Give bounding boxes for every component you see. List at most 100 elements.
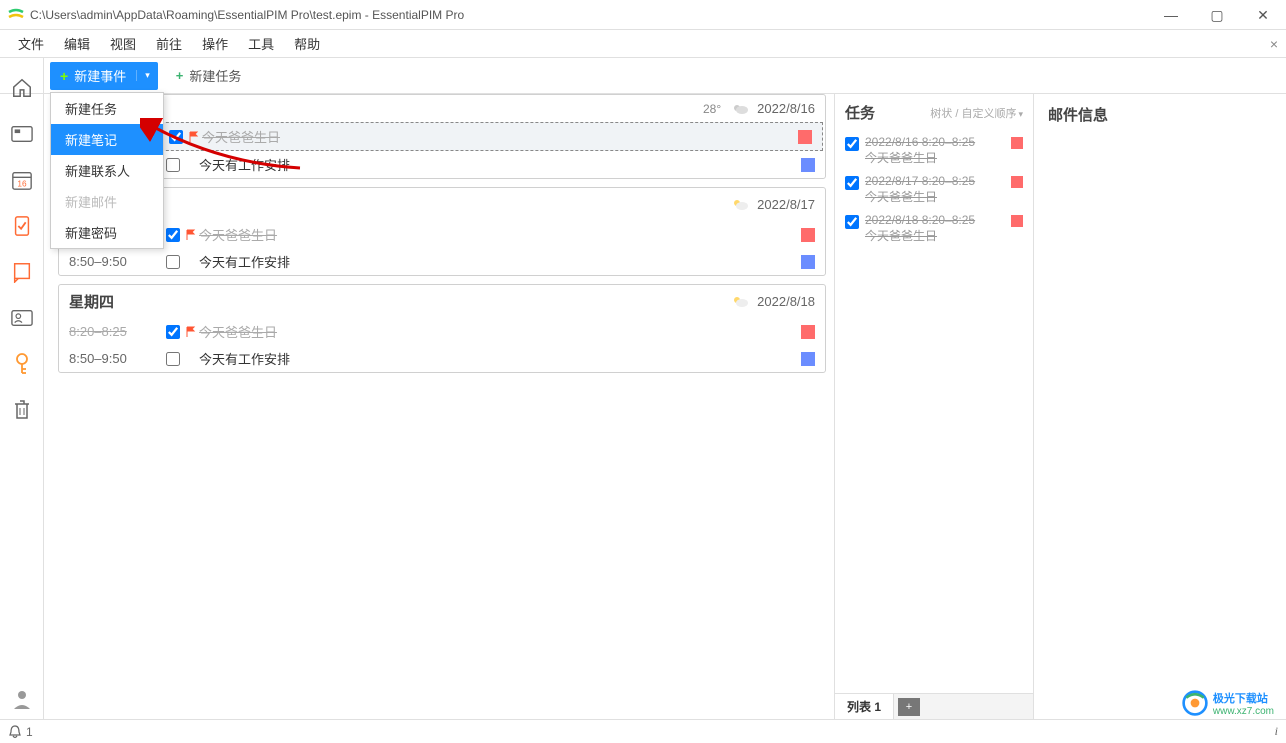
event-checkbox[interactable]: [166, 130, 186, 144]
event-checkbox[interactable]: [163, 325, 183, 339]
bell-icon[interactable]: 1: [8, 725, 33, 739]
new-event-dropdown-arrow[interactable]: ▾: [136, 70, 158, 81]
sidebar-tasks-icon[interactable]: [10, 214, 34, 238]
day-date: 2022/8/18: [757, 294, 815, 309]
task-checkbox[interactable]: [845, 176, 859, 190]
day-name: 星期四: [69, 291, 114, 312]
app-icon: [8, 7, 24, 23]
status-info-icon[interactable]: i: [1275, 724, 1278, 739]
day-header: 星期四 2022/8/18: [59, 285, 825, 318]
task-item[interactable]: 2022/8/18 8:20–8:25 今天爸爸生日: [835, 209, 1033, 248]
event-row[interactable]: 8:50–9:50 今天有工作安排: [59, 248, 825, 275]
event-checkbox[interactable]: [163, 255, 183, 269]
svg-text:16: 16: [17, 179, 27, 188]
new-event-label: 新建事件: [74, 66, 126, 85]
event-color-tag: [801, 158, 815, 172]
weather-icon: [731, 198, 749, 212]
minimize-button[interactable]: —: [1148, 0, 1194, 30]
dropdown-new-contact[interactable]: 新建联系人: [51, 155, 163, 186]
event-row[interactable]: 8:20–8:25 今天爸爸生日: [59, 318, 825, 345]
menu-tools[interactable]: 工具: [238, 30, 284, 57]
plus-icon: +: [176, 68, 184, 83]
event-title: 今天有工作安排: [199, 155, 795, 174]
tasks-sort-label[interactable]: 树状 / 自定义顺序▾: [930, 105, 1023, 121]
sidebar-password-icon[interactable]: [10, 352, 34, 376]
day-header: 28° 2022/8/16: [59, 95, 825, 122]
sidebar-contacts-icon[interactable]: [10, 306, 34, 330]
menu-edit[interactable]: 编辑: [54, 30, 100, 57]
task-color-tag: [1011, 215, 1023, 227]
close-button[interactable]: ✕: [1240, 0, 1286, 30]
event-color-tag: [801, 325, 815, 339]
menu-goto[interactable]: 前往: [146, 30, 192, 57]
event-row[interactable]: 今天有工作安排: [59, 151, 825, 178]
menu-help[interactable]: 帮助: [284, 30, 330, 57]
flag-icon: [186, 131, 202, 143]
tasks-tab-1[interactable]: 列表 1: [835, 694, 894, 719]
dropdown-new-note[interactable]: 新建笔记: [51, 124, 163, 155]
toolbar: + 新建事件 ▾ + 新建任务: [0, 58, 1286, 94]
day-date: 2022/8/17: [757, 197, 815, 212]
event-time: 8:50–9:50: [69, 254, 163, 269]
menubar-close-icon[interactable]: ×: [1270, 36, 1278, 52]
dropdown-new-task[interactable]: 新建任务: [51, 93, 163, 124]
task-checkbox[interactable]: [845, 137, 859, 151]
menubar: 文件 编辑 视图 前往 操作 工具 帮助 ×: [0, 30, 1286, 58]
sidebar-trash-icon[interactable]: [10, 398, 34, 422]
event-color-tag: [798, 130, 812, 144]
main-area: 28° 2022/8/16 今天爸爸生日 今天有工作安排 星期三 2022/8/…: [44, 94, 1286, 719]
event-row[interactable]: 8:50–9:50 今天有工作安排: [59, 345, 825, 372]
sidebar: 16: [0, 58, 44, 719]
day-group: 28° 2022/8/16 今天爸爸生日 今天有工作安排: [58, 94, 826, 179]
event-row[interactable]: 8:20–8:25 今天爸爸生日: [59, 221, 825, 248]
sidebar-notes-icon[interactable]: [10, 260, 34, 284]
statusbar: 1 i: [0, 719, 1286, 743]
maximize-button[interactable]: ▢: [1194, 0, 1240, 30]
task-checkbox[interactable]: [845, 215, 859, 229]
event-title: 今天爸爸生日: [202, 127, 792, 146]
tasks-tabs: 列表 1 +: [835, 693, 1033, 719]
flag-icon: [183, 229, 199, 241]
event-checkbox[interactable]: [163, 352, 183, 366]
weather-icon: [731, 102, 749, 116]
task-color-tag: [1011, 176, 1023, 188]
menu-operate[interactable]: 操作: [192, 30, 238, 57]
event-title: 今天爸爸生日: [199, 322, 795, 341]
day-group: 星期四 2022/8/18 8:20–8:25 今天爸爸生日 8:50–9:50…: [58, 284, 826, 373]
window-title: C:\Users\admin\AppData\Roaming\Essential…: [30, 8, 1148, 22]
tasks-add-tab-button[interactable]: +: [898, 698, 920, 716]
event-checkbox[interactable]: [163, 228, 183, 242]
event-time: 8:20–8:25: [69, 324, 163, 339]
day-group: 星期三 2022/8/17 8:20–8:25 今天爸爸生日 8:50–9:50…: [58, 187, 826, 276]
sidebar-user-icon[interactable]: [10, 687, 34, 711]
dropdown-new-mail: 新建邮件: [51, 186, 163, 217]
flag-icon: [183, 326, 199, 338]
tasks-title: 任务: [845, 102, 930, 123]
task-item[interactable]: 2022/8/16 8:20–8:25 今天爸爸生日: [835, 131, 1033, 170]
event-time: 8:50–9:50: [69, 351, 163, 366]
event-title: 今天有工作安排: [199, 252, 795, 271]
sidebar-calendar-icon[interactable]: 16: [10, 168, 34, 192]
dropdown-new-password[interactable]: 新建密码: [51, 217, 163, 248]
sidebar-home-icon[interactable]: [10, 76, 34, 100]
plus-icon: +: [60, 68, 68, 84]
event-color-tag: [801, 255, 815, 269]
event-title: 今天有工作安排: [199, 349, 795, 368]
task-color-tag: [1011, 137, 1023, 149]
event-color-tag: [801, 228, 815, 242]
sidebar-card-icon[interactable]: [10, 122, 34, 146]
window-controls: — ▢ ✕: [1148, 0, 1286, 29]
event-color-tag: [801, 352, 815, 366]
task-item[interactable]: 2022/8/17 8:20–8:25 今天爸爸生日: [835, 170, 1033, 209]
new-event-dropdown-menu: 新建任务 新建笔记 新建联系人 新建邮件 新建密码: [50, 92, 164, 249]
menu-file[interactable]: 文件: [8, 30, 54, 57]
new-task-button[interactable]: + 新建任务: [176, 66, 242, 85]
menu-view[interactable]: 视图: [100, 30, 146, 57]
event-title: 今天爸爸生日: [199, 225, 795, 244]
day-temp: 28°: [703, 102, 721, 116]
task-text: 2022/8/17 8:20–8:25 今天爸爸生日: [865, 174, 1005, 205]
event-checkbox[interactable]: [163, 158, 183, 172]
new-event-button[interactable]: + 新建事件 ▾: [50, 62, 158, 90]
day-date: 2022/8/16: [757, 101, 815, 116]
event-row[interactable]: 今天爸爸生日: [61, 122, 823, 151]
